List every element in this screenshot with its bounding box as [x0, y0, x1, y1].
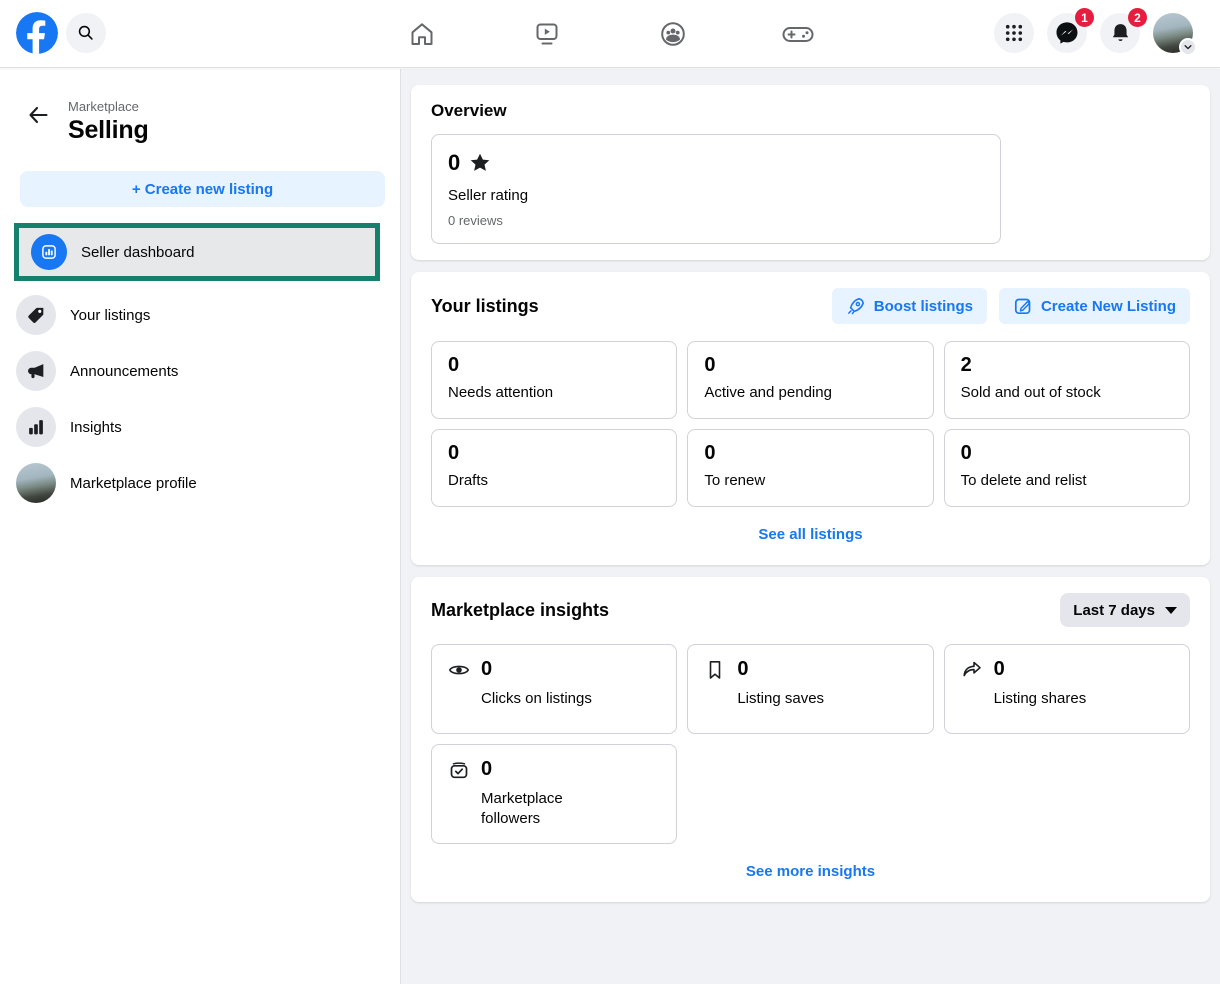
apps-grid-icon: [1003, 22, 1025, 44]
marketplace-insights-panel: Marketplace insights Last 7 days 0 Click…: [411, 577, 1210, 902]
insight-label: Listing shares: [961, 689, 1173, 709]
seller-rating-value: 0: [448, 150, 460, 176]
stat-card-needs-attention[interactable]: 0 Needs attention: [431, 341, 677, 419]
create-new-listing-label: Create New Listing: [1041, 298, 1176, 315]
stat-card-sold-and-out-of-stock[interactable]: 2 Sold and out of stock: [944, 341, 1190, 419]
profile-photo-avatar: [16, 463, 56, 503]
marketplace-selling-sidebar: Marketplace Selling + Create new listing…: [0, 69, 401, 984]
insight-value: 0: [737, 658, 748, 681]
groups-icon: [659, 20, 687, 48]
insight-card-listing-shares: 0 Listing shares: [944, 644, 1190, 734]
caret-down-icon: [1165, 607, 1177, 614]
create-new-listing-button[interactable]: + Create new listing: [20, 171, 385, 207]
followers-icon: [448, 759, 470, 781]
facebook-logo-icon[interactable]: [16, 12, 58, 54]
star-icon: [469, 152, 491, 174]
home-icon: [408, 20, 436, 48]
insight-label: Marketplace followers: [448, 789, 593, 830]
stat-label: Drafts: [448, 472, 660, 489]
gaming-icon: [781, 20, 815, 48]
sidebar-item-announcements[interactable]: Announcements: [0, 343, 400, 399]
marketplace-insights-title: Marketplace insights: [431, 600, 609, 621]
chevron-down-icon: [1179, 38, 1197, 56]
stat-card-to-delete-and-relist[interactable]: 0 To delete and relist: [944, 429, 1190, 507]
stat-card-drafts[interactable]: 0 Drafts: [431, 429, 677, 507]
sidebar-item-label: Announcements: [70, 363, 178, 380]
page-title: Selling: [68, 116, 149, 145]
stat-label: To renew: [704, 472, 916, 489]
insight-label: Listing saves: [704, 689, 916, 709]
stat-card-to-renew[interactable]: 0 To renew: [687, 429, 933, 507]
stat-value: 0: [961, 442, 1173, 465]
share-icon: [961, 659, 983, 681]
sidebar-item-marketplace-profile[interactable]: Marketplace profile: [0, 455, 400, 511]
sidebar-item-seller-dashboard[interactable]: Seller dashboard: [19, 228, 375, 276]
seller-rating-card: 0 Seller rating 0 reviews: [431, 134, 1001, 244]
stat-value: 0: [704, 354, 916, 377]
sidebar-item-label: Seller dashboard: [81, 244, 194, 261]
messenger-badge: 1: [1075, 8, 1094, 27]
back-arrow-icon: [26, 103, 50, 127]
megaphone-icon: [16, 351, 56, 391]
apps-menu-button[interactable]: [994, 13, 1034, 53]
search-icon: [75, 22, 97, 44]
insight-value: 0: [481, 758, 492, 781]
profile-avatar[interactable]: [1153, 13, 1193, 53]
bar-chart-icon: [16, 407, 56, 447]
overview-panel: Overview 0 Seller rating 0 reviews: [411, 85, 1210, 260]
reviews-count: 0 reviews: [448, 213, 984, 228]
create-new-listing-header-button[interactable]: Create New Listing: [999, 288, 1190, 324]
your-listings-title: Your listings: [431, 296, 539, 317]
stat-value: 0: [448, 354, 660, 377]
period-dropdown[interactable]: Last 7 days: [1060, 593, 1190, 627]
sidebar-item-label: Your listings: [70, 307, 150, 324]
sidebar-item-insights[interactable]: Insights: [0, 399, 400, 455]
tag-icon: [16, 295, 56, 335]
seller-dashboard-icon: [31, 234, 67, 270]
insight-value: 0: [481, 658, 492, 681]
your-listings-panel: Your listings Boost listings Create N: [411, 272, 1210, 565]
sidebar-item-label: Marketplace profile: [70, 475, 197, 492]
sidebar-item-your-listings[interactable]: Your listings: [0, 287, 400, 343]
eye-icon: [448, 659, 470, 681]
insight-card-listing-saves: 0 Listing saves: [687, 644, 933, 734]
see-all-listings-link[interactable]: See all listings: [431, 526, 1190, 543]
groups-tab[interactable]: [649, 16, 697, 52]
stat-label: Active and pending: [704, 384, 916, 401]
rocket-icon: [846, 296, 866, 316]
insight-label: Clicks on listings: [448, 689, 660, 709]
back-button[interactable]: [26, 99, 50, 127]
notifications-badge: 2: [1128, 8, 1147, 27]
home-tab[interactable]: [398, 16, 446, 52]
see-more-insights-link[interactable]: See more insights: [431, 863, 1190, 880]
breadcrumb: Marketplace: [68, 99, 149, 114]
insight-card-marketplace-followers: 0 Marketplace followers: [431, 744, 677, 844]
bookmark-icon: [704, 659, 726, 681]
insight-card-clicks-on-listings: 0 Clicks on listings: [431, 644, 677, 734]
watch-tab[interactable]: [523, 16, 571, 52]
seller-dashboard-main: Overview 0 Seller rating 0 reviews Your …: [401, 69, 1220, 984]
stat-value: 2: [961, 354, 1173, 377]
sidebar-item-label: Insights: [70, 419, 122, 436]
boost-listings-label: Boost listings: [874, 298, 973, 315]
watch-video-icon: [533, 20, 561, 48]
overview-title: Overview: [431, 101, 1190, 121]
compose-icon: [1013, 296, 1033, 316]
stat-value: 0: [704, 442, 916, 465]
stat-card-active-and-pending[interactable]: 0 Active and pending: [687, 341, 933, 419]
period-label: Last 7 days: [1073, 602, 1155, 619]
annotation-highlight: Seller dashboard: [14, 223, 380, 281]
stat-label: To delete and relist: [961, 472, 1173, 489]
bell-icon: [1108, 21, 1133, 46]
messenger-icon: [1054, 20, 1080, 46]
boost-listings-button[interactable]: Boost listings: [832, 288, 987, 324]
stat-label: Needs attention: [448, 384, 660, 401]
gaming-tab[interactable]: [774, 16, 822, 52]
stat-value: 0: [448, 442, 660, 465]
seller-rating-label: Seller rating: [448, 187, 984, 204]
stat-label: Sold and out of stock: [961, 384, 1173, 401]
top-navigation-bar: 1 2: [0, 0, 1220, 68]
search-button[interactable]: [66, 13, 106, 53]
insight-value: 0: [994, 658, 1005, 681]
